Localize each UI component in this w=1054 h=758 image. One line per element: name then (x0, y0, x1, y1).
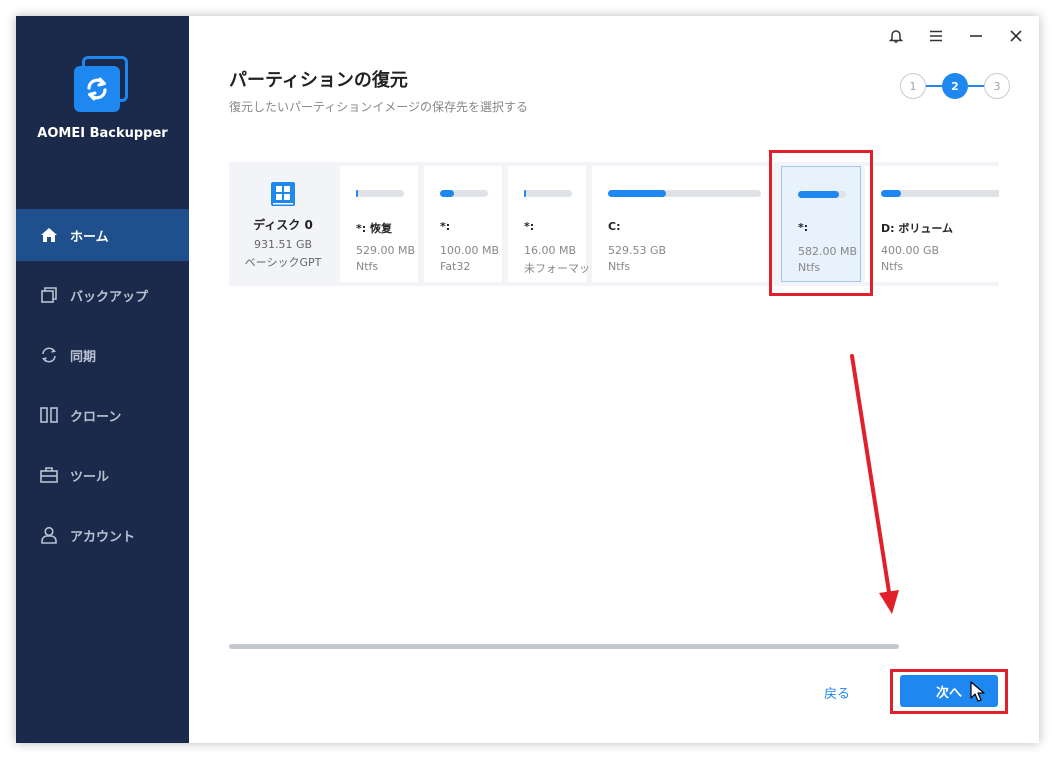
horizontal-scrollbar[interactable] (229, 644, 899, 649)
partition-size: 400.00 GB (881, 244, 940, 257)
clone-icon (38, 404, 60, 426)
sidebar-item-account[interactable]: アカウント (16, 509, 189, 561)
disk-row: ディスク 0 931.51 GB ベーシックGPT *: 恢复 529.00 M… (229, 162, 999, 286)
sidebar-item-sync[interactable]: 同期 (16, 329, 189, 381)
sidebar-item-label: クローン (70, 409, 122, 425)
partition-fs: Ntfs (881, 260, 904, 273)
step-1: 1 (900, 73, 926, 99)
partition-size: 529.53 GB (608, 244, 667, 257)
usage-bar-fill (440, 190, 455, 197)
main-panel: パーティションの復元 復元したいパーティションイメージの保存先を選択する 1 2… (189, 16, 1039, 743)
app-logo (72, 56, 132, 116)
sync-icon (38, 344, 60, 366)
partition-label: *: 恢复 (356, 222, 392, 235)
sync-logo-icon (87, 77, 107, 101)
home-icon (38, 224, 60, 246)
sidebar-item-label: ツール (70, 469, 110, 485)
partition-size: 16.00 MB (524, 244, 577, 257)
step-connector (926, 85, 942, 87)
partition-label: C: (608, 220, 621, 233)
close-icon[interactable] (1005, 26, 1027, 46)
disk-size: 931.51 GB (253, 238, 313, 251)
step-indicator: 1 2 3 (900, 73, 1010, 99)
partition-size: 529.00 MB (356, 244, 416, 257)
partition-label: *: (440, 220, 451, 233)
sidebar-item-label: ホーム (70, 229, 109, 245)
partition-fs: Ntfs (356, 260, 379, 273)
partition-card[interactable]: C: 529.53 GB Ntfs (592, 166, 772, 282)
sidebar-item-label: 同期 (70, 349, 97, 365)
annotation-arrow (850, 354, 899, 614)
sidebar-item-label: バックアップ (70, 289, 149, 305)
highlight-box-partition (769, 150, 873, 296)
usage-bar (356, 190, 404, 197)
usage-bar (524, 190, 572, 197)
page-title: パーティションの復元 (229, 70, 408, 91)
usage-bar (608, 190, 761, 197)
windows-disk-icon (271, 182, 295, 206)
partition-size: 100.00 MB (440, 244, 500, 257)
sidebar: AOMEI Backupper ホーム バックアップ 同期 クローン ツール ア… (16, 16, 189, 743)
account-icon (38, 524, 60, 546)
app-name: AOMEI Backupper (37, 126, 168, 141)
app-window: AOMEI Backupper ホーム バックアップ 同期 クローン ツール ア… (16, 16, 1039, 743)
disk-info[interactable]: ディスク 0 931.51 GB ベーシックGPT (229, 162, 337, 286)
usage-bar-fill (881, 190, 901, 197)
partition-card[interactable]: *: 16.00 MB 未フォーマット (508, 166, 601, 282)
menu-icon[interactable] (925, 26, 947, 46)
partition-label: D: ボリューム (881, 222, 954, 235)
sidebar-item-home[interactable]: ホーム (16, 209, 189, 261)
partition-fs: 未フォーマット (524, 262, 601, 275)
disk-type: ベーシックGPT (244, 256, 322, 269)
sidebar-item-backup[interactable]: バックアップ (16, 269, 189, 321)
sidebar-item-tools[interactable]: ツール (16, 449, 189, 501)
tools-icon (38, 464, 60, 486)
page-subtitle: 復元したいパーティションイメージの保存先を選択する (229, 100, 529, 114)
mouse-cursor-icon (970, 681, 985, 702)
partition-fs: Ntfs (608, 260, 631, 273)
usage-bar (881, 190, 999, 197)
partition-label: *: (524, 220, 535, 233)
usage-bar-fill (524, 190, 526, 197)
step-2: 2 (942, 73, 968, 99)
partition-card[interactable]: *: 100.00 MB Fat32 (424, 166, 502, 282)
disk-name: ディスク 0 (253, 218, 313, 232)
usage-bar-fill (608, 190, 667, 197)
usage-bar-fill (356, 190, 359, 197)
minimize-icon[interactable] (965, 26, 987, 46)
back-button[interactable]: 戻る (824, 683, 850, 702)
usage-bar (440, 190, 488, 197)
sidebar-item-clone[interactable]: クローン (16, 389, 189, 441)
sidebar-nav: ホーム バックアップ 同期 クローン ツール アカウント (16, 209, 189, 569)
partition-fs: Fat32 (440, 260, 471, 273)
partition-card[interactable]: *: 恢复 529.00 MB Ntfs (340, 166, 418, 282)
sidebar-item-label: アカウント (70, 529, 136, 545)
titlebar-controls (885, 26, 1027, 46)
step-3: 3 (984, 73, 1010, 99)
partition-card[interactable]: D: ボリューム 400.00 GB Ntfs (865, 166, 999, 282)
step-connector (968, 85, 984, 87)
bell-icon[interactable] (885, 26, 907, 46)
backup-icon (38, 284, 60, 306)
highlight-box-next (890, 669, 1008, 714)
